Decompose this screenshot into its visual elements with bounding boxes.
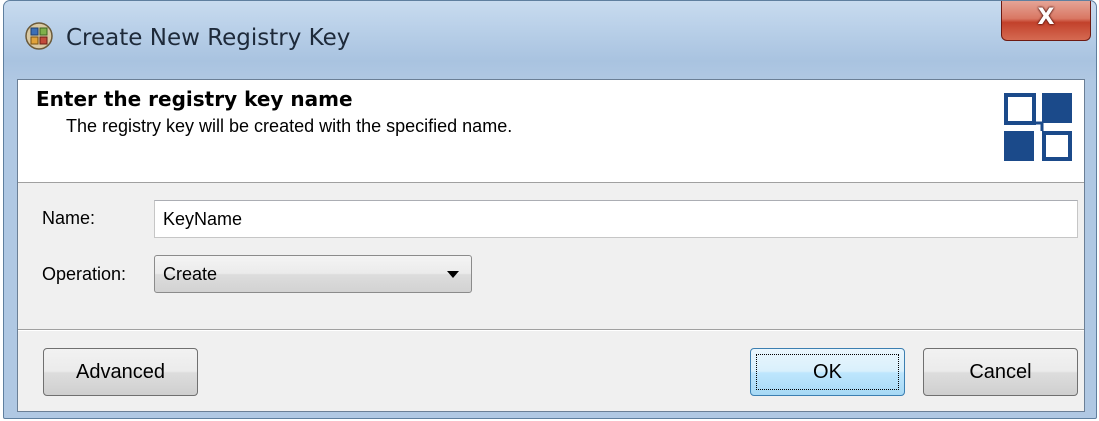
- advanced-button-label: Advanced: [76, 360, 165, 383]
- name-label: Name:: [42, 208, 96, 228]
- title-bar[interactable]: Create New Registry Key X: [4, 1, 1096, 79]
- window-title: Create New Registry Key: [66, 25, 351, 51]
- cancel-button-label: Cancel: [969, 360, 1032, 383]
- close-button[interactable]: X: [1001, 1, 1091, 41]
- dialog-window: Create New Registry Key X Enter the regi…: [3, 0, 1097, 419]
- header-band: Enter the registry key name The registry…: [18, 80, 1084, 183]
- close-icon: X: [1037, 5, 1055, 30]
- registry-keys-icon: [1004, 93, 1072, 161]
- advanced-button[interactable]: Advanced: [43, 348, 198, 396]
- ok-button[interactable]: OK: [750, 348, 905, 396]
- operation-select[interactable]: Create: [154, 255, 472, 293]
- operation-selected-value: Create: [163, 264, 218, 284]
- page-subtitle: The registry key will be created with th…: [66, 116, 513, 136]
- name-field-value: KeyName: [163, 208, 243, 229]
- footer-divider: [18, 329, 1084, 331]
- cancel-button[interactable]: Cancel: [923, 348, 1078, 396]
- registry-app-icon: [25, 22, 53, 50]
- chevron-down-icon: [447, 271, 459, 278]
- operation-label: Operation:: [42, 264, 127, 284]
- focus-rectangle: [756, 354, 899, 390]
- dialog-client-area: Enter the registry key name The registry…: [17, 79, 1085, 412]
- page-title: Enter the registry key name: [36, 87, 353, 111]
- name-field[interactable]: KeyName: [154, 200, 1078, 238]
